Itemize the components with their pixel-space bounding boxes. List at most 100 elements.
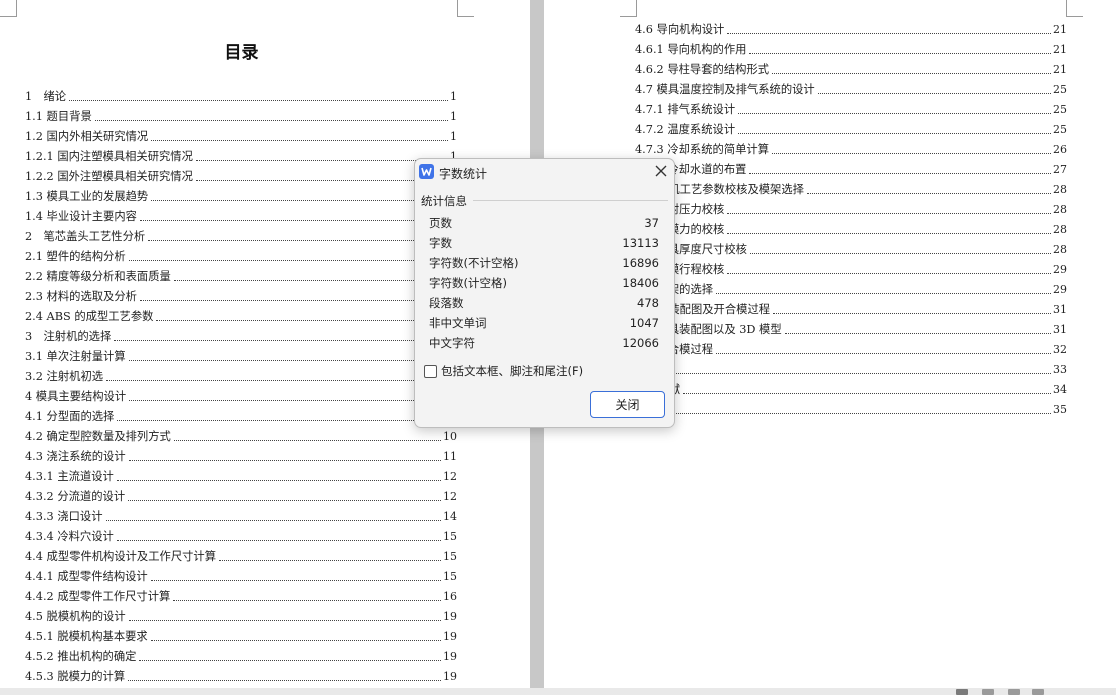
section-title: 统计信息 bbox=[421, 194, 467, 208]
toc-leader-dots bbox=[94, 119, 448, 121]
toc-entry[interactable]: 1.2 国内外相关研究情况 1 bbox=[25, 124, 457, 144]
toc-leader-dots bbox=[116, 479, 441, 481]
toc-entry[interactable]: 4.4 成型零件机构设计及工作尺寸计算 15 bbox=[25, 544, 457, 564]
toc-entry[interactable]: 4.6.1 导向机构的作用 21 bbox=[635, 37, 1067, 57]
toc-entry[interactable]: 4.3.1 主流道设计 12 bbox=[25, 464, 457, 484]
toc-entry-page: 28 bbox=[1053, 203, 1067, 216]
toc-entry[interactable]: 4.3.4 冷料穴设计 15 bbox=[25, 524, 457, 544]
toc-entry-text: 2.4 ABS 的成型工艺参数 bbox=[25, 310, 154, 323]
stat-label: 中文字符 bbox=[429, 336, 475, 350]
include-textbox-footnote-checkbox[interactable] bbox=[424, 364, 437, 378]
toc-entry[interactable]: 4.5 脱模机构的设计 19 bbox=[25, 604, 457, 624]
toc-entry-page: 35 bbox=[1053, 403, 1067, 416]
toc-entry[interactable]: 1.3 模具工业的发展趋势3 bbox=[25, 184, 457, 204]
toc-entry-text: 1.1 题目背景 bbox=[25, 110, 92, 123]
toc-entry[interactable]: 2.2 精度等级分析和表面质量6 bbox=[25, 264, 457, 284]
checkbox-label: 包括文本框、脚注和尾注(F) bbox=[441, 364, 584, 378]
toc-entry[interactable]: 4.7.2 温度系统设计 25 bbox=[635, 117, 1067, 137]
toc-entry[interactable]: 1 绪论 1 bbox=[25, 84, 457, 104]
close-button[interactable]: 关闭 bbox=[590, 391, 665, 418]
toc-entry-text: 1.2.2 国外注塑模具相关研究情况 bbox=[25, 170, 193, 183]
toc-entry-text: 3 注射机的选择 bbox=[25, 330, 112, 343]
toc-entry[interactable]: 4.7.3 冷却系统的简单计算 26 bbox=[635, 137, 1067, 157]
view-mode-icon[interactable] bbox=[1032, 689, 1044, 695]
toc-entry[interactable]: 5.2 锁模力的校核 28 bbox=[635, 217, 1067, 237]
toc-entry-text: 1.2.1 国内注塑模具相关研究情况 bbox=[25, 150, 193, 163]
toc-entry-text: 4.1 分型面的选择 bbox=[25, 410, 115, 423]
toc-leader-dots bbox=[129, 399, 448, 401]
toc-entry[interactable]: 3.2 注射机初选8 bbox=[25, 364, 457, 384]
toc-entry[interactable]: 4.3.3 浇口设计 14 bbox=[25, 504, 457, 524]
dialog-header[interactable]: 字数统计 bbox=[415, 159, 674, 185]
include-textbox-footnote-option[interactable]: 包括文本框、脚注和尾注(F) bbox=[424, 363, 583, 379]
stat-value: 16896 bbox=[622, 256, 659, 270]
toc-entry-page: 25 bbox=[1053, 123, 1067, 136]
toc-leader-dots bbox=[219, 559, 441, 561]
toc-entry[interactable]: 5.4 开模行程校核 29 bbox=[635, 257, 1067, 277]
toc-entry[interactable]: 1.4 毕业设计主要内容4 bbox=[25, 204, 457, 224]
toc-entry[interactable]: 4.2 确定型腔数量及排列方式 10 bbox=[25, 424, 457, 444]
toc-entry-page: 32 bbox=[1053, 343, 1067, 356]
stat-row: 字符数(不计空格) 16896 bbox=[429, 253, 659, 273]
view-mode-icon[interactable] bbox=[956, 689, 968, 695]
toc-entry-text: 1.4 毕业设计主要内容 bbox=[25, 210, 137, 223]
toc-entry[interactable]: 4.7.1 排气系统设计 25 bbox=[635, 97, 1067, 117]
toc-entry[interactable]: 4.4.2 成型零件工作尺寸计算 16 bbox=[25, 584, 457, 604]
toc-entry[interactable]: 4.5.2 推出机构的确定 19 bbox=[25, 644, 457, 664]
toc-entry[interactable]: 4 模具主要结构设计9 bbox=[25, 384, 457, 404]
toc-entry[interactable]: 4.6.2 导柱导套的结构形式 21 bbox=[635, 57, 1067, 77]
toc-entry-text: 2 笔芯盖头工艺性分析 bbox=[25, 230, 146, 243]
toc-leader-dots bbox=[128, 259, 448, 261]
toc-entry[interactable]: 4.3 浇注系统的设计 11 bbox=[25, 444, 457, 464]
stat-value: 18406 bbox=[622, 276, 659, 290]
toc-entry[interactable]: 6.2 开合模过程32 bbox=[635, 337, 1067, 357]
toc-entry[interactable]: 致谢35 bbox=[635, 397, 1067, 417]
view-mode-icon[interactable] bbox=[982, 689, 994, 695]
toc-entry-page: 29 bbox=[1053, 283, 1067, 296]
toc-entry[interactable]: 5.3 模具厚度尺寸校核 28 bbox=[635, 237, 1067, 257]
toc-entry[interactable]: 2.1 塑件的结构分析5 bbox=[25, 244, 457, 264]
toc-entry[interactable]: 1.2.1 国内注塑模具相关研究情况 1 bbox=[25, 144, 457, 164]
toc-entry[interactable]: 参考文献34 bbox=[635, 377, 1067, 397]
view-mode-icon[interactable] bbox=[1008, 689, 1020, 695]
toc-leader-dots bbox=[148, 239, 448, 241]
toc-entry[interactable]: 4.1 分型面的选择9 bbox=[25, 404, 457, 424]
toc-entry[interactable]: 4.4.1 成型零件结构设计 15 bbox=[25, 564, 457, 584]
stat-value: 13113 bbox=[622, 236, 659, 250]
toc-entry[interactable]: 5.1 注射压力校核 28 bbox=[635, 197, 1067, 217]
toc-entry[interactable]: 4.5.1 脱模机构基本要求 19 bbox=[25, 624, 457, 644]
toc-entry[interactable]: 3.1 单次注射量计算8 bbox=[25, 344, 457, 364]
toc-entry[interactable]: 4.3.2 分流道的设计 12 bbox=[25, 484, 457, 504]
toc-entry[interactable]: 结论33 bbox=[635, 357, 1067, 377]
toc-leader-dots bbox=[151, 139, 448, 141]
toc-entry-page: 28 bbox=[1053, 243, 1067, 256]
toc-entry[interactable]: 2.4 ABS 的成型工艺参数7 bbox=[25, 304, 457, 324]
toc-entry[interactable]: 5 注射机工艺参数校核及模架选择 28 bbox=[635, 177, 1067, 197]
toc-leader-dots bbox=[69, 99, 448, 101]
toc-entry-page: 16 bbox=[443, 590, 457, 603]
toc-leader-dots bbox=[173, 599, 441, 601]
toc-entry[interactable]: 2.3 材料的选取及分析6 bbox=[25, 284, 457, 304]
toc-entry[interactable]: 4.7.4 冷却水道的布置 27 bbox=[635, 157, 1067, 177]
toc-entry[interactable]: 3 注射机的选择7 bbox=[25, 324, 457, 344]
section-divider bbox=[473, 200, 668, 201]
toc-entry-page: 15 bbox=[443, 550, 457, 563]
toc-entry-page: 21 bbox=[1053, 63, 1067, 76]
toc-entry[interactable]: 2 笔芯盖头工艺性分析5 bbox=[25, 224, 457, 244]
toc-entry[interactable]: 1.1 题目背景 1 bbox=[25, 104, 457, 124]
toc-entry-page: 1 bbox=[450, 110, 457, 123]
page-corner-mark bbox=[457, 0, 474, 17]
toc-entry-text: 4.3.4 冷料穴设计 bbox=[25, 530, 114, 543]
toc-entry[interactable]: 4.7 模具温度控制及排气系统的设计 25 bbox=[635, 77, 1067, 97]
toc-leader-dots bbox=[195, 159, 448, 161]
toc-leader-dots bbox=[150, 639, 441, 641]
toc-entry[interactable]: 1.2.2 国外注塑模具相关研究情况2 bbox=[25, 164, 457, 184]
toc-entry[interactable]: 5.5 模架的选择29 bbox=[635, 277, 1067, 297]
wps-writer-icon bbox=[419, 164, 434, 179]
toc-entry[interactable]: 4.5.3 脱模力的计算 19 bbox=[25, 664, 457, 684]
toc-entry[interactable]: 6 模具装配图及开合模过程 31 bbox=[635, 297, 1067, 317]
close-icon[interactable] bbox=[652, 162, 670, 180]
toc-entry[interactable]: 6.1 模具装配图以及 3D 模型 31 bbox=[635, 317, 1067, 337]
toc-entry[interactable]: 4.6 导向机构设计 21 bbox=[635, 17, 1067, 37]
toc-entry-page: 11 bbox=[443, 450, 457, 463]
